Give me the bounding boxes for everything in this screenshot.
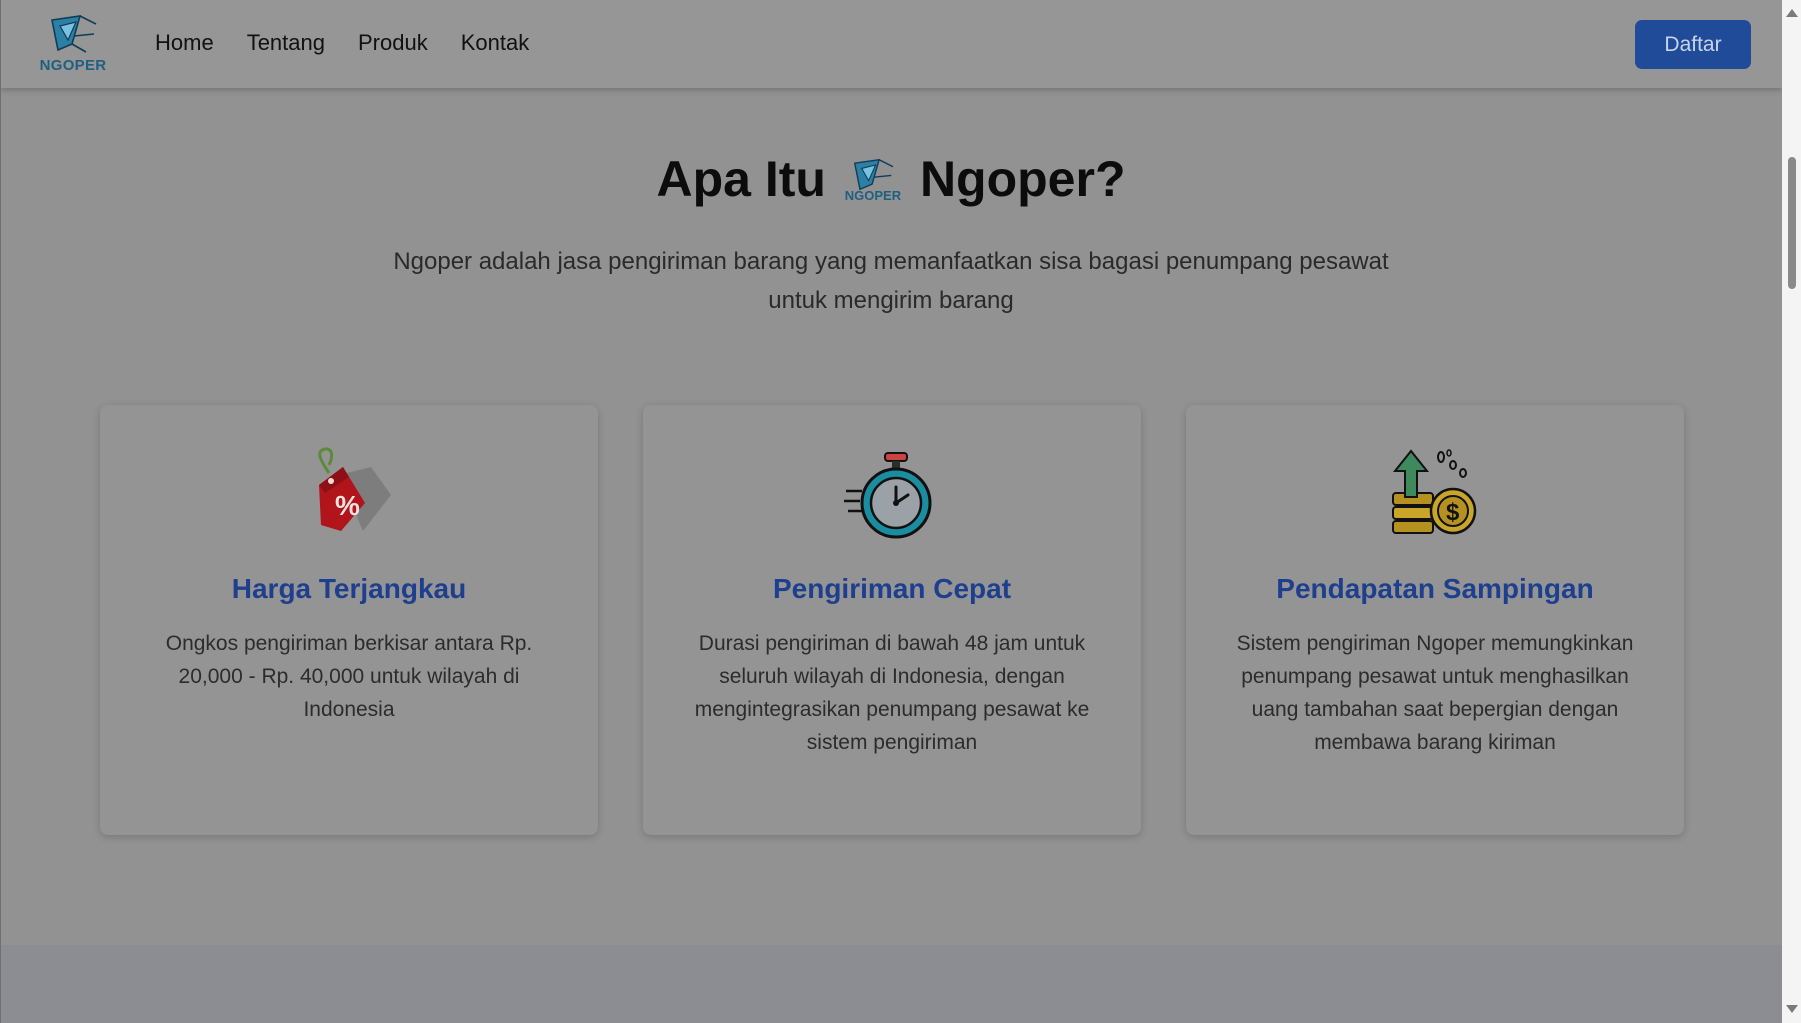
title-logo-text: NGOPER xyxy=(844,187,902,203)
feature-card-harga: % Harga Terjangkau Ongkos pengiriman ber… xyxy=(100,405,598,835)
feature-text: Sistem pengiriman Ngoper memungkinkan pe… xyxy=(1236,632,1634,754)
page-title: Apa Itu NGOPER Ngoper? xyxy=(0,150,1782,210)
nav-link-tentang[interactable]: Tentang xyxy=(247,30,325,56)
navbar: NGOPER Home Tentang Produk Kontak Daftar xyxy=(0,0,1782,88)
nav-link-kontak[interactable]: Kontak xyxy=(461,30,530,56)
feature-text: Ongkos pengiriman berkisar antara Rp. 20… xyxy=(165,632,533,721)
ngoper-logo[interactable]: NGOPER xyxy=(38,14,108,76)
feature-text: Durasi pengiriman di bawah 48 jam untuk … xyxy=(694,632,1090,754)
title-prefix: Apa Itu xyxy=(656,151,826,207)
nav-links: Home Tentang Produk Kontak xyxy=(155,30,562,56)
logo-text: NGOPER xyxy=(39,57,107,74)
svg-text:%: % xyxy=(335,490,360,521)
nav-link-produk[interactable]: Produk xyxy=(358,30,428,56)
title-suffix: Ngoper? xyxy=(919,151,1126,207)
airplane-logo-icon xyxy=(51,15,97,53)
next-section xyxy=(0,945,1782,1023)
scroll-up-arrow-icon[interactable] xyxy=(1786,9,1798,17)
stopwatch-icon xyxy=(844,452,932,539)
feature-title: Pendapatan Sampingan xyxy=(1276,573,1594,604)
scroll-down-arrow-icon[interactable] xyxy=(1786,1005,1798,1013)
vertical-scrollbar[interactable] xyxy=(1782,0,1801,1023)
hero-description: Ngoper adalah jasa pengiriman barang yan… xyxy=(393,248,1389,314)
scrollbar-thumb[interactable] xyxy=(1788,157,1796,289)
feature-card-pengiriman: Pengiriman Cepat Durasi pengiriman di ba… xyxy=(643,405,1141,835)
feature-card-pendapatan: $ Pendapatan Sampingan Sistem pengiriman… xyxy=(1186,405,1684,835)
daftar-button[interactable]: Daftar xyxy=(1635,20,1751,69)
svg-text:$: $ xyxy=(1446,499,1460,526)
feature-title: Pengiriman Cepat xyxy=(772,573,1012,604)
coins-growth-icon: $ xyxy=(1392,449,1477,535)
feature-title: Harga Terjangkau xyxy=(231,573,467,604)
price-tag-percent-icon: % xyxy=(318,447,391,531)
title-logo: NGOPER xyxy=(842,152,904,206)
page: NGOPER Home Tentang Produk Kontak Daftar… xyxy=(0,0,1782,1023)
window-edge xyxy=(0,0,1,1023)
nav-link-home[interactable]: Home xyxy=(155,30,214,56)
